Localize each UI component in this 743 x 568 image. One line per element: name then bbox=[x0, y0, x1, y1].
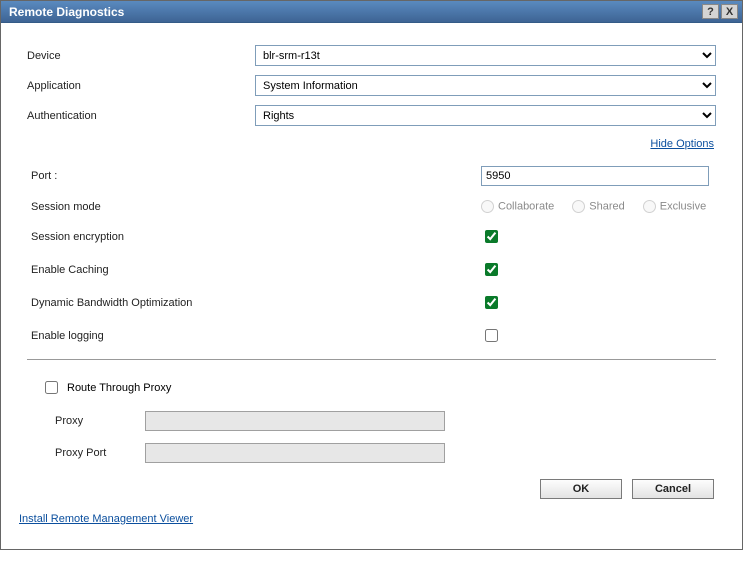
authentication-label: Authentication bbox=[27, 110, 255, 122]
mode-shared: Shared bbox=[572, 200, 624, 213]
titlebar-buttons: ? X bbox=[702, 4, 738, 19]
dialog-content: Device blr-srm-r13t Application System I… bbox=[1, 23, 742, 549]
application-select-wrap: System Information bbox=[255, 75, 716, 96]
proxy-port-input bbox=[145, 443, 445, 463]
proxy-port-label: Proxy Port bbox=[55, 447, 145, 459]
application-select[interactable]: System Information bbox=[255, 75, 716, 96]
proxy-host-label: Proxy bbox=[55, 415, 145, 427]
device-select-wrap: blr-srm-r13t bbox=[255, 45, 716, 66]
enable-logging-row: Enable logging bbox=[27, 326, 716, 345]
session-encryption-checkbox[interactable] bbox=[485, 230, 498, 243]
install-viewer-link[interactable]: Install Remote Management Viewer bbox=[19, 513, 193, 525]
session-mode-label: Session mode bbox=[27, 201, 481, 213]
enable-caching-label: Enable Caching bbox=[27, 264, 481, 276]
dynamic-bw-control bbox=[481, 293, 716, 312]
dynamic-bw-label: Dynamic Bandwidth Optimization bbox=[27, 297, 481, 309]
port-label: Port : bbox=[27, 170, 481, 182]
mode-collaborate: Collaborate bbox=[481, 200, 554, 213]
close-button[interactable]: X bbox=[721, 4, 738, 19]
enable-caching-row: Enable Caching bbox=[27, 260, 716, 279]
device-row: Device blr-srm-r13t bbox=[27, 45, 716, 66]
authentication-select[interactable]: Rights bbox=[255, 105, 716, 126]
titlebar: Remote Diagnostics ? X bbox=[1, 1, 742, 23]
mode-exclusive: Exclusive bbox=[643, 200, 706, 213]
application-row: Application System Information bbox=[27, 75, 716, 96]
cancel-button[interactable]: Cancel bbox=[632, 479, 714, 499]
application-label: Application bbox=[27, 80, 255, 92]
install-viewer-row: Install Remote Management Viewer bbox=[17, 509, 716, 539]
session-encryption-control bbox=[481, 227, 716, 246]
enable-logging-control bbox=[481, 326, 716, 345]
mode-shared-label: Shared bbox=[589, 200, 624, 212]
proxy-port-row: Proxy Port bbox=[55, 443, 716, 463]
authentication-row: Authentication Rights bbox=[27, 105, 716, 126]
mode-shared-radio bbox=[572, 200, 585, 213]
port-row: Port : bbox=[27, 166, 716, 186]
separator bbox=[27, 359, 716, 360]
dialog-title: Remote Diagnostics bbox=[9, 5, 124, 19]
route-through-proxy-row: Route Through Proxy bbox=[41, 378, 716, 397]
dialog-button-row: OK Cancel bbox=[27, 479, 714, 499]
route-through-proxy-label: Route Through Proxy bbox=[67, 382, 171, 394]
mode-collaborate-label: Collaborate bbox=[498, 200, 554, 212]
mode-exclusive-label: Exclusive bbox=[660, 200, 706, 212]
device-label: Device bbox=[27, 50, 255, 62]
enable-logging-label: Enable logging bbox=[27, 330, 481, 342]
authentication-select-wrap: Rights bbox=[255, 105, 716, 126]
enable-caching-checkbox[interactable] bbox=[485, 263, 498, 276]
mode-exclusive-radio bbox=[643, 200, 656, 213]
enable-caching-control bbox=[481, 260, 716, 279]
route-through-proxy-checkbox[interactable] bbox=[45, 381, 58, 394]
hide-options-link[interactable]: Hide Options bbox=[650, 138, 714, 150]
port-input[interactable] bbox=[481, 166, 709, 186]
dynamic-bw-checkbox[interactable] bbox=[485, 296, 498, 309]
hide-options-row: Hide Options bbox=[27, 138, 714, 150]
ok-button[interactable]: OK bbox=[540, 479, 622, 499]
proxy-host-row: Proxy bbox=[55, 411, 716, 431]
enable-logging-checkbox[interactable] bbox=[485, 329, 498, 342]
session-mode-row: Session mode Collaborate Shared Exclusiv… bbox=[27, 200, 716, 213]
dynamic-bw-row: Dynamic Bandwidth Optimization bbox=[27, 293, 716, 312]
session-encryption-row: Session encryption bbox=[27, 227, 716, 246]
port-control bbox=[481, 166, 716, 186]
proxy-host-input bbox=[145, 411, 445, 431]
mode-collaborate-radio bbox=[481, 200, 494, 213]
device-select[interactable]: blr-srm-r13t bbox=[255, 45, 716, 66]
session-encryption-label: Session encryption bbox=[27, 231, 481, 243]
options-block: Port : Session mode Collaborate Shared E… bbox=[27, 166, 716, 345]
help-button[interactable]: ? bbox=[702, 4, 719, 19]
proxy-block: Route Through Proxy Proxy Proxy Port bbox=[41, 378, 716, 463]
session-mode-radios: Collaborate Shared Exclusive bbox=[481, 200, 716, 213]
remote-diagnostics-dialog: Remote Diagnostics ? X Device blr-srm-r1… bbox=[0, 0, 743, 550]
